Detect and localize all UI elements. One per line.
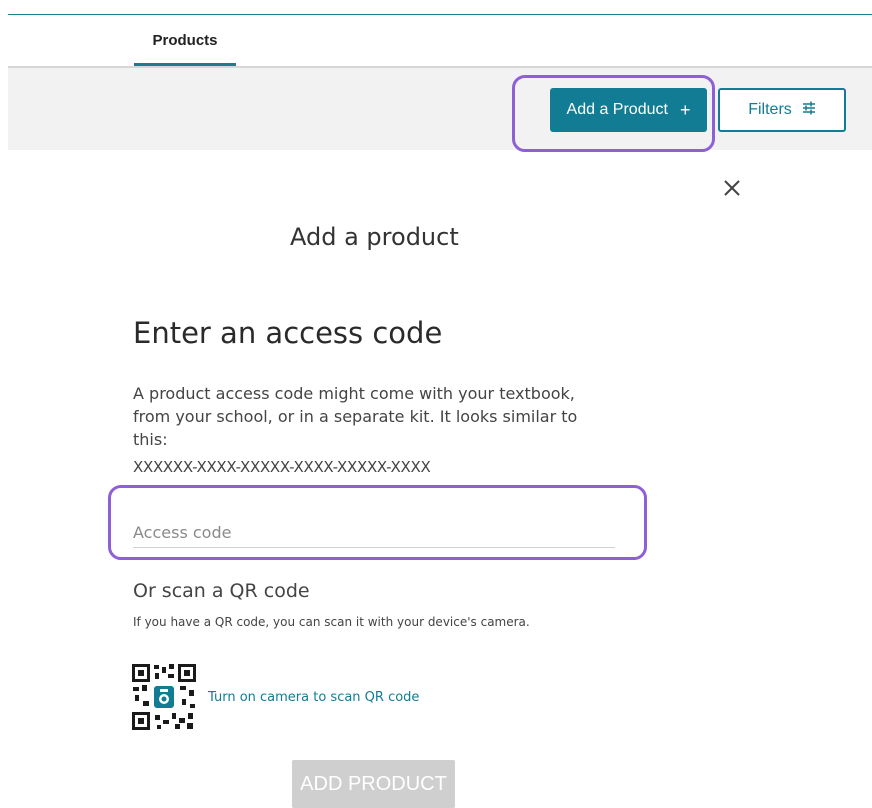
tab-products-label: Products [152,32,218,49]
qr-help-text: If you have a QR code, you can scan it w… [133,615,530,629]
sample-access-code: XXXXXX-XXXX-XXXXX-XXXX-XXXXX-XXXX [133,458,431,476]
add-product-submit-button[interactable]: ADD PRODUCT [292,760,455,808]
filters-button[interactable]: Filters [718,88,846,132]
top-divider [8,14,872,15]
add-button-highlight [512,75,715,152]
qr-camera-icon [131,663,197,731]
access-code-heading: Enter an access code [133,316,443,350]
sliders-icon [802,101,816,120]
close-icon[interactable] [720,176,744,200]
modal-title: Add a product [290,223,459,251]
access-input-highlight [108,485,647,560]
tab-products[interactable]: Products [134,32,236,66]
access-code-description: A product access code might come with yo… [133,384,578,449]
filters-label: Filters [748,101,792,118]
qr-heading: Or scan a QR code [133,580,310,602]
turn-on-camera-link[interactable]: Turn on camera to scan QR code [208,690,419,705]
